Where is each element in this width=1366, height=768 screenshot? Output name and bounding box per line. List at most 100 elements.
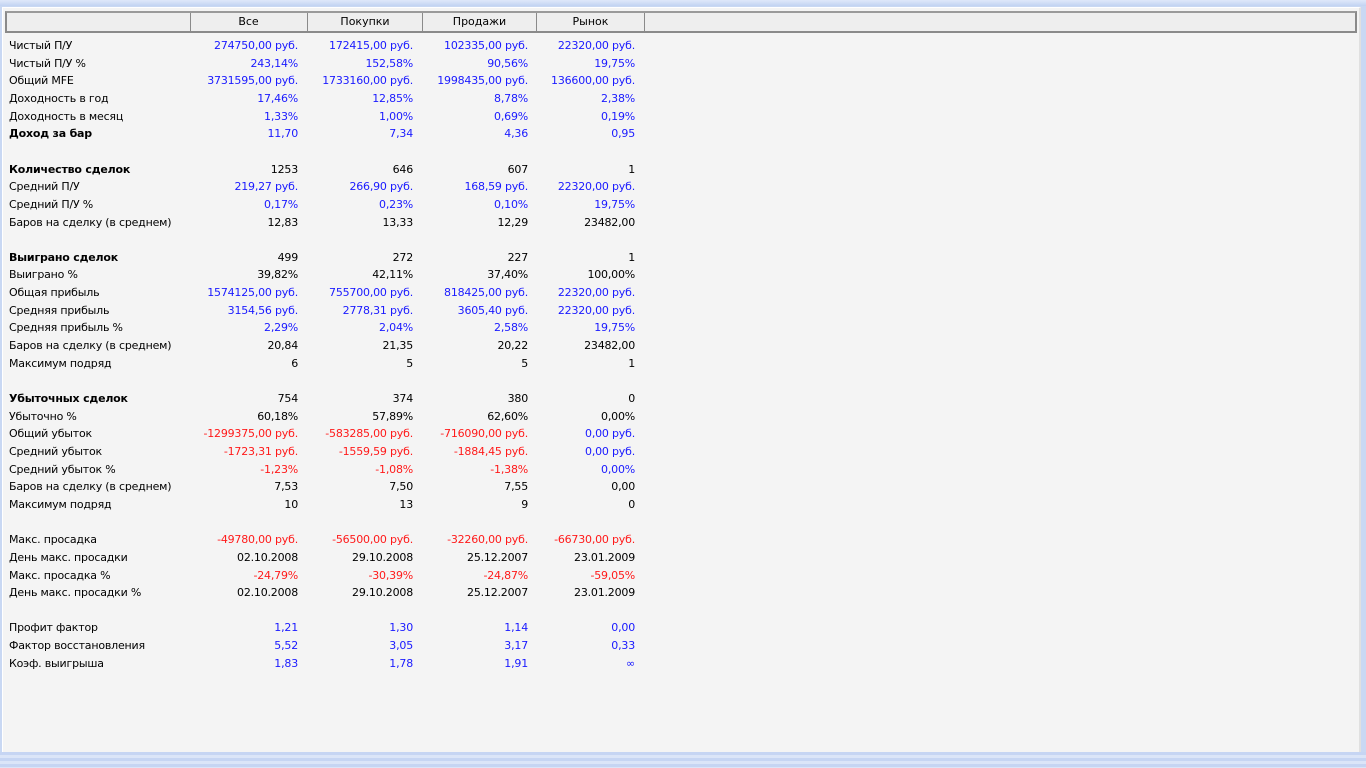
- value-market: 0,00: [611, 480, 635, 494]
- header-market[interactable]: Рынок: [537, 13, 645, 31]
- table-row: Доходность в месяц 1,33% 1,00% 0,69% 0,19%: [3, 108, 653, 126]
- value-all: 243,14%: [250, 56, 298, 70]
- value-market: 1: [628, 250, 635, 264]
- value-all: 1574125,00 руб.: [207, 286, 298, 300]
- table-row: Убыточно % 60,18% 57,89% 62,60% 0,00%: [3, 408, 653, 426]
- value-buys: 172415,00 руб.: [329, 39, 413, 52]
- table-row: Общая прибыль 1574125,00 руб. 755700,00 ру…: [3, 284, 653, 302]
- value-market: 0,00%: [601, 462, 635, 476]
- value-sells: -24,87%: [483, 568, 528, 582]
- row-label: Средний убыток: [9, 444, 102, 458]
- table-header: Все Покупки Продажи Рынок: [5, 11, 1357, 33]
- table-row: Средний П/У % 0,17% 0,23% 0,10% 19,75%: [3, 196, 653, 214]
- table-row: Баров на сделку (в среднем) 12,83 13,33 12,…: [3, 214, 653, 232]
- row-label: Общая прибыль: [9, 286, 100, 300]
- value-sells: -32260,00 руб.: [447, 533, 528, 547]
- table-row: Средний убыток % -1,23% -1,08% -1,38% 0,00%: [3, 461, 653, 479]
- header-all[interactable]: Все: [190, 13, 308, 31]
- header-sells[interactable]: Продажи: [423, 13, 537, 31]
- value-buys: -1559,59 руб.: [338, 444, 413, 458]
- value-sells: 12,29: [497, 215, 529, 229]
- value-all: 39,82%: [257, 268, 298, 282]
- value-all: 7,53: [274, 480, 298, 494]
- value-all: 1253: [270, 162, 298, 176]
- row-label: Выиграно сделок: [9, 250, 119, 264]
- row-label: Доход за бар: [9, 127, 92, 141]
- table-row: Максимум подряд 6 5 5 1: [3, 355, 653, 373]
- value-buys: 29.10.2008: [352, 550, 413, 564]
- row-label: Убыточных сделок: [9, 392, 128, 405]
- value-sells: -1,38%: [490, 462, 528, 476]
- value-sells: 37,40%: [487, 268, 528, 282]
- value-market: 0,19%: [601, 109, 635, 123]
- header-label-column[interactable]: [7, 13, 191, 31]
- value-all: 3154,56 руб.: [227, 303, 299, 317]
- value-all: 11,70: [267, 127, 299, 141]
- value-market: 23.01.2009: [574, 550, 635, 564]
- table-row: Макс. просадка -49780,00 руб. -56500,00 ру…: [3, 531, 653, 549]
- value-sells: 0,10%: [494, 197, 528, 211]
- table-row: Доход за бар 11,70 7,34 4,36 0,95: [3, 125, 653, 143]
- value-buys: 1,78: [389, 656, 413, 670]
- value-sells: 20,22: [497, 339, 529, 353]
- value-buys: 3,05: [389, 639, 413, 653]
- value-market: 0,00 руб.: [585, 444, 635, 458]
- table-row: Максимум подряд 10 13 9 0: [3, 496, 653, 514]
- value-buys: -30,39%: [368, 568, 413, 582]
- value-all: -24,79%: [253, 568, 298, 582]
- value-buys: 21,35: [382, 339, 414, 353]
- value-sells: 1998435,00 руб.: [437, 74, 528, 88]
- row-label: Баров на сделку (в среднем): [9, 339, 172, 353]
- value-buys: 266,90 руб.: [349, 180, 413, 194]
- value-sells: 25.12.2007: [467, 586, 528, 600]
- value-buys: 2778,31 руб.: [342, 303, 414, 317]
- value-all: 5,52: [274, 639, 298, 653]
- value-market: 1: [628, 356, 635, 370]
- row-label: Профит фактор: [9, 621, 98, 635]
- value-all: 6: [291, 356, 298, 370]
- row-label: День макс. просадки: [9, 550, 128, 564]
- value-all: -1299375,00 руб.: [203, 427, 298, 441]
- table-row: Общий MFE 3731595,00 руб. 1733160,00 руб. 1…: [3, 72, 653, 90]
- value-buys: 7,34: [389, 127, 413, 141]
- value-market: 22320,00 руб.: [557, 180, 635, 194]
- row-label: Макс. просадка %: [9, 568, 111, 582]
- value-market: 19,75%: [594, 321, 635, 335]
- value-all: 0,17%: [264, 197, 298, 211]
- table-row: День макс. просадки % 02.10.2008 29.10.200…: [3, 584, 653, 602]
- value-buys: 7,50: [389, 480, 413, 494]
- value-all: 1,83: [274, 656, 298, 670]
- value-market: 23482,00: [584, 215, 635, 229]
- value-buys: 29.10.2008: [352, 586, 413, 600]
- value-sells: 62,60%: [487, 409, 528, 423]
- value-sells: 1,91: [504, 656, 528, 670]
- row-label: Чистый П/У: [9, 39, 73, 52]
- value-buys: 646: [392, 162, 414, 176]
- row-label: Максимум подряд: [9, 356, 112, 370]
- value-all: -1,23%: [260, 462, 298, 476]
- value-buys: 272: [392, 250, 414, 264]
- value-market: ∞: [626, 656, 635, 670]
- value-all: 499: [277, 250, 299, 264]
- value-sells: 90,56%: [487, 56, 528, 70]
- value-market: 19,75%: [594, 56, 635, 70]
- table-row: Убыточных сделок 754 374 380 0: [3, 390, 653, 408]
- value-sells: 607: [507, 162, 529, 176]
- value-buys: 755700,00 руб.: [329, 286, 413, 300]
- table-row: Коэф. выигрыша 1,83 1,78 1,91 ∞: [3, 655, 653, 673]
- value-buys: 374: [392, 392, 414, 405]
- row-label: Коэф. выигрыша: [9, 656, 104, 670]
- value-buys: 57,89%: [372, 409, 413, 423]
- value-market: 22320,00 руб.: [557, 303, 635, 317]
- value-sells: 168,59 руб.: [464, 180, 528, 194]
- window-bottom-border: [0, 752, 1366, 768]
- value-sells: 8,78%: [494, 91, 528, 105]
- value-market: 22320,00 руб.: [557, 286, 635, 300]
- value-all: 3731595,00 руб.: [207, 74, 298, 88]
- header-buys[interactable]: Покупки: [308, 13, 423, 31]
- row-label: Убыточно %: [9, 409, 77, 423]
- value-market: 0: [628, 497, 635, 511]
- value-market: 23.01.2009: [574, 586, 635, 600]
- row-label: Фактор восстановления: [9, 639, 145, 653]
- value-market: 0,33: [611, 639, 635, 653]
